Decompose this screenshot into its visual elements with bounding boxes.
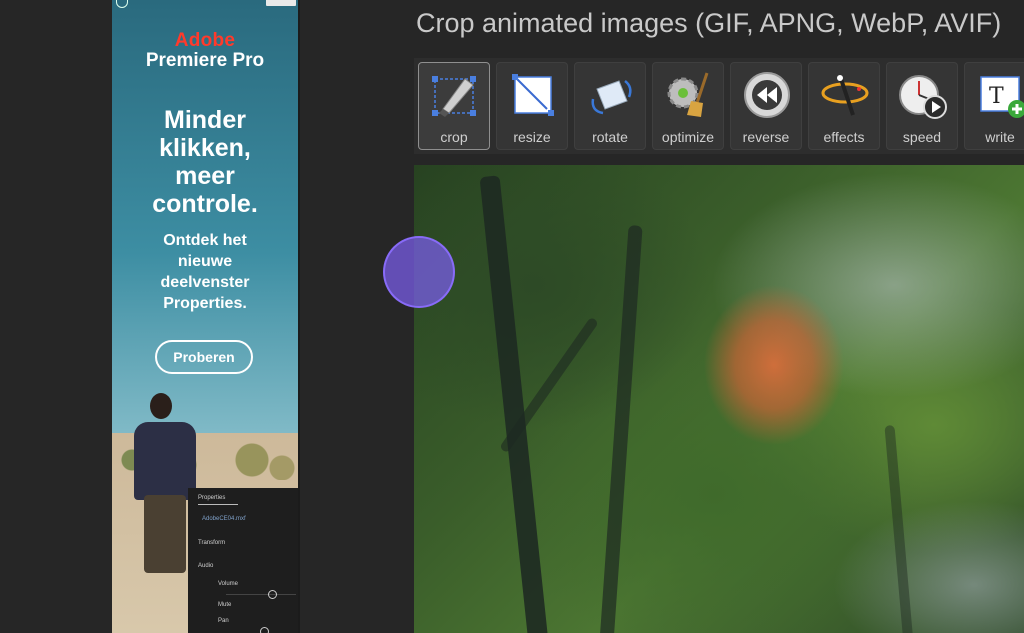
- tool-speed-button[interactable]: speed: [886, 62, 958, 150]
- tool-reverse-button[interactable]: reverse: [730, 62, 802, 150]
- advertisement-banner[interactable]: Adobe Premiere Pro Minder klikken, meer …: [112, 0, 300, 633]
- tool-label: effects: [823, 129, 865, 145]
- tool-label: reverse: [742, 129, 790, 145]
- tool-label: resize: [513, 129, 551, 145]
- optimize-icon: [667, 72, 709, 117]
- ad-subheadline: Ontdek het nieuwe deelvenster Properties…: [112, 230, 298, 314]
- effects-icon: [821, 75, 869, 116]
- ad-panel-item: Volume: [218, 581, 239, 587]
- tool-label: rotate: [592, 129, 628, 145]
- ad-headline-line: meer: [175, 162, 235, 190]
- ad-sub-line: deelvenster: [160, 274, 250, 291]
- tool-label: write: [985, 129, 1015, 145]
- tool-effects-button[interactable]: effects: [808, 62, 880, 150]
- reverse-icon: [744, 72, 790, 118]
- ad-sub-line: Ontdek het: [163, 232, 247, 249]
- tool-label: crop: [440, 129, 468, 145]
- ad-headline-line: klikken,: [159, 134, 251, 162]
- ad-headline-line: controle.: [152, 190, 258, 218]
- ad-person-body: [134, 422, 196, 500]
- page-title: Crop animated images (GIF, APNG, WebP, A…: [416, 8, 1002, 38]
- tool-bar: crop resize rotate optimize reverse effe…: [414, 58, 1024, 154]
- ad-panel-item: Pan: [218, 618, 229, 624]
- ad-panel-item: Mute: [218, 602, 232, 608]
- write-icon: T: [980, 76, 1024, 118]
- ad-person-head: [150, 393, 172, 419]
- ad-panel-slider: [226, 594, 296, 595]
- ad-sub-line: Properties.: [163, 295, 247, 312]
- ad-product: Premiere Pro: [145, 50, 265, 71]
- crop-icon: [432, 76, 476, 117]
- speed-icon: [899, 75, 947, 119]
- ad-cta-button[interactable]: Proberen: [155, 340, 253, 374]
- tool-crop-button[interactable]: crop: [418, 62, 490, 150]
- tool-optimize-button[interactable]: optimize: [652, 62, 724, 150]
- ad-panel-slider-knob: [260, 627, 269, 633]
- tool-label: optimize: [661, 129, 715, 145]
- ad-sub-line: nieuwe: [177, 253, 233, 270]
- ad-top-bar: [112, 0, 298, 8]
- tool-resize-button[interactable]: resize: [496, 62, 568, 150]
- ad-panel-item: Audio: [198, 563, 214, 569]
- ad-panel-file: AdobeCE04.mxf: [202, 516, 246, 522]
- ad-panel-slider-knob: [268, 590, 277, 599]
- ad-person-legs: [144, 495, 186, 573]
- ad-properties-panel: Properties AdobeCE04.mxf Transform Audio…: [188, 488, 298, 633]
- ad-panel-divider: [198, 504, 238, 505]
- tree-trunk: [884, 424, 914, 633]
- svg-text:T: T: [989, 84, 1004, 109]
- tree-trunk: [599, 225, 643, 633]
- tool-label: speed: [902, 129, 942, 145]
- ad-shield-icon: [116, 0, 128, 8]
- ad-close-icon[interactable]: [266, 0, 296, 6]
- animated-image-preview[interactable]: [414, 165, 1024, 633]
- tool-write-button[interactable]: T write: [964, 62, 1024, 150]
- ad-panel-item: Transform: [198, 540, 226, 546]
- tool-rotate-button[interactable]: rotate: [574, 62, 646, 150]
- ad-panel-header: Properties: [198, 495, 226, 501]
- cursor-highlight: [383, 236, 455, 308]
- ad-headline: Minder klikken, meer controle.: [112, 106, 298, 218]
- rotate-icon: [591, 80, 632, 115]
- ad-headline-line: Minder: [164, 106, 246, 134]
- ad-brand: Adobe: [174, 30, 236, 51]
- resize-icon: [512, 74, 554, 116]
